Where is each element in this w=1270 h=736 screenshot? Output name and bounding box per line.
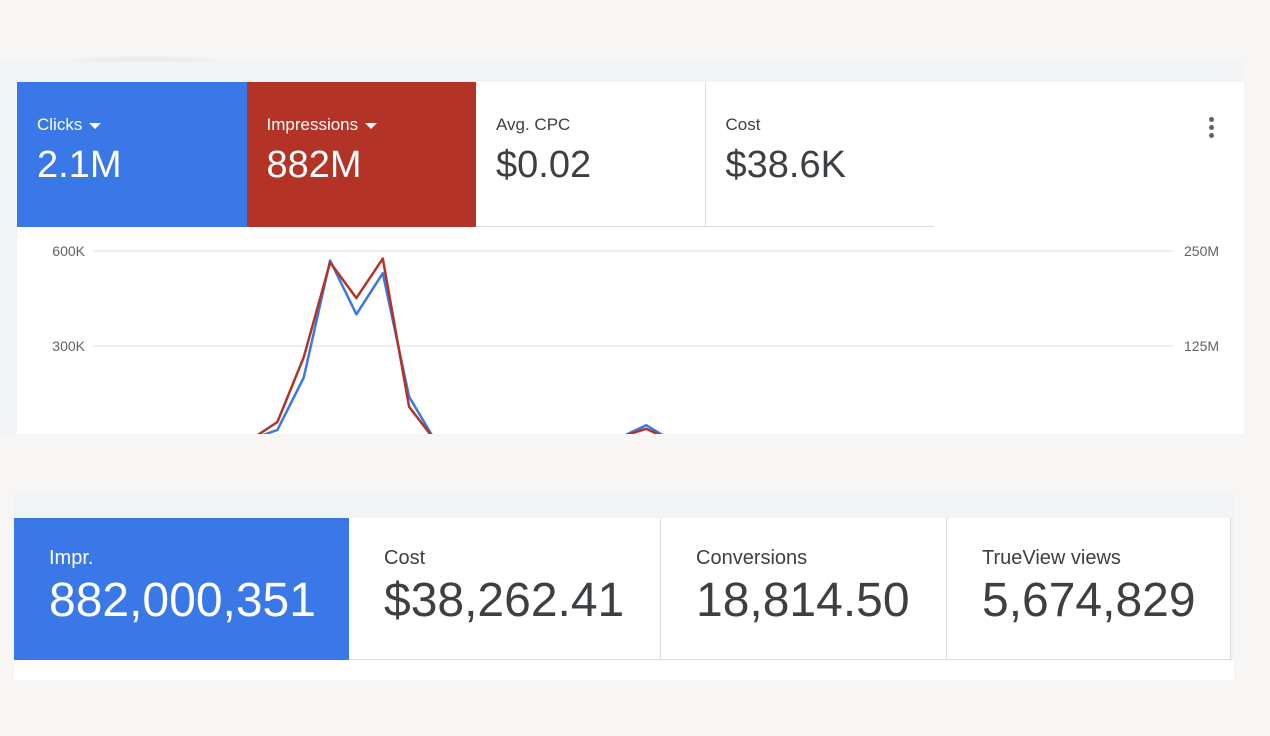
panel-footer-strip bbox=[14, 660, 1234, 680]
scorecard-row-filler bbox=[934, 82, 1244, 227]
bottom-scorecard-row: Impr. 882,000,351 Cost $38,262.41 Conver… bbox=[14, 518, 1231, 660]
left-axis-tick: 600K bbox=[52, 243, 85, 259]
performance-overview-panel: Clicks 2.1M Impressions 882M Avg. CPC $0… bbox=[0, 62, 1244, 434]
series-line-clicks bbox=[262, 259, 664, 434]
scorecard-label: Cost bbox=[725, 115, 761, 134]
scorecard-label: Conversions bbox=[696, 547, 808, 569]
dropdown-arrow-icon[interactable] bbox=[89, 123, 102, 129]
right-axis-tick: 125M bbox=[1184, 338, 1219, 354]
scorecard-value: $38,262.41 bbox=[384, 574, 625, 627]
more-vert-icon[interactable] bbox=[1198, 112, 1224, 142]
scorecard-conversions[interactable]: Conversions 18,814.50 bbox=[661, 518, 947, 660]
scorecard-value: $38.6K bbox=[725, 144, 846, 186]
dot bbox=[1208, 116, 1214, 122]
scorecard-label: Cost bbox=[384, 547, 426, 569]
scorecard-label: Avg. CPC bbox=[496, 115, 571, 134]
line-chart-svg: 600K 300K 250M 125M bbox=[52, 243, 1219, 434]
scorecard-clicks-label-row: Clicks bbox=[37, 115, 246, 135]
left-axis-tick: 300K bbox=[52, 338, 85, 354]
summary-panel: Impr. 882,000,351 Cost $38,262.41 Conver… bbox=[14, 492, 1234, 680]
scorecard-value: $0.02 bbox=[496, 144, 592, 186]
performance-chart: 600K 300K 250M 125M bbox=[17, 227, 1244, 434]
scorecard-impressions[interactable]: Impressions 882M bbox=[246, 82, 476, 227]
scorecard-value: 2.1M bbox=[37, 144, 122, 186]
scorecard-cost-label-row: Cost bbox=[726, 115, 935, 135]
scorecard-impressions-label-row: Impressions bbox=[267, 115, 476, 135]
scorecard-cost-total[interactable]: Cost $38,262.41 bbox=[349, 518, 661, 660]
dropdown-arrow-icon[interactable] bbox=[365, 123, 378, 129]
scorecard-label: Clicks bbox=[37, 115, 83, 134]
scorecard-avg-cpc[interactable]: Avg. CPC $0.02 bbox=[476, 82, 706, 227]
scorecard-trueview-views[interactable]: TrueView views 5,674,829 bbox=[947, 518, 1231, 660]
scorecard-label: TrueView views bbox=[982, 547, 1121, 569]
scorecard-cost[interactable]: Cost $38.6K bbox=[705, 82, 935, 227]
scorecard-label: Impressions bbox=[266, 115, 359, 134]
top-scorecard-row: Clicks 2.1M Impressions 882M Avg. CPC $0… bbox=[17, 82, 935, 227]
scorecard-label: Impr. bbox=[49, 547, 94, 569]
scorecard-impr[interactable]: Impr. 882,000,351 bbox=[14, 518, 349, 660]
right-axis-tick: 250M bbox=[1184, 243, 1219, 259]
scorecard-clicks[interactable]: Clicks 2.1M bbox=[17, 82, 247, 227]
scorecard-value: 882,000,351 bbox=[49, 574, 316, 627]
scorecard-value: 18,814.50 bbox=[696, 574, 910, 627]
scorecard-value: 882M bbox=[266, 144, 362, 186]
scorecard-value: 5,674,829 bbox=[982, 574, 1196, 627]
dot bbox=[1208, 132, 1214, 138]
dot bbox=[1208, 124, 1214, 130]
scorecard-avg-cpc-label-row: Avg. CPC bbox=[496, 115, 705, 135]
